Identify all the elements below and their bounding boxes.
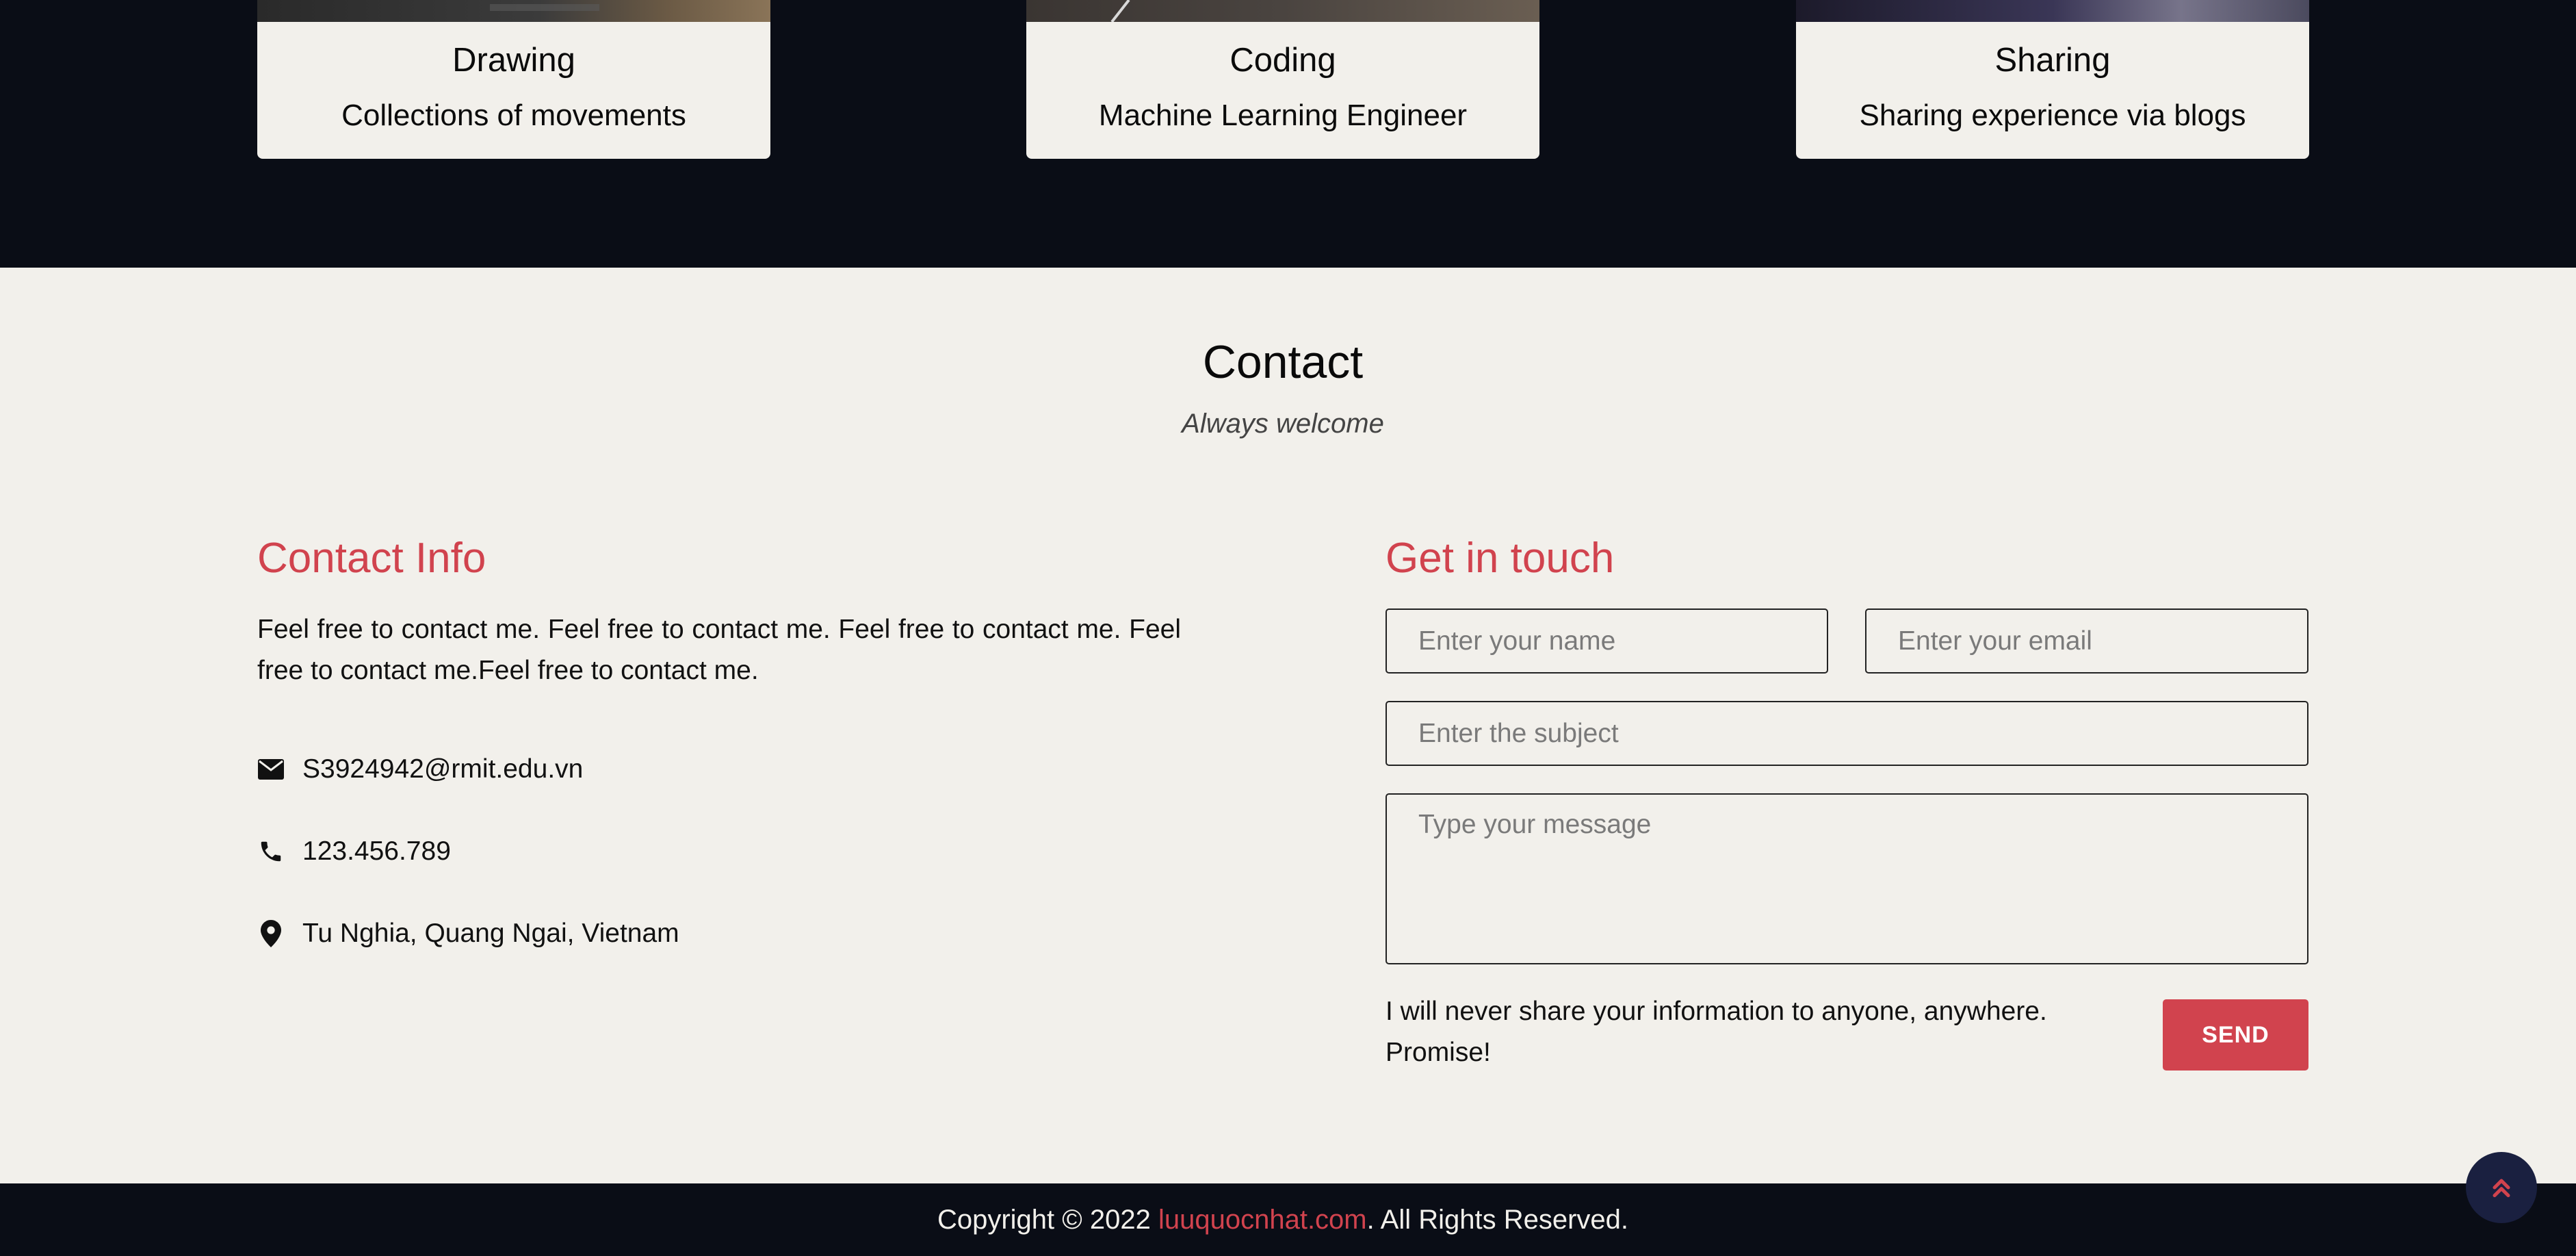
card-title: Drawing (452, 42, 575, 79)
contact-subtitle: Always welcome (1182, 409, 1384, 439)
card-coding: Coding Machine Learning Engineer (1026, 0, 1539, 159)
address-text: Tu Nghia, Quang Ngai, Vietnam (302, 919, 679, 948)
card-sharing: Sharing Sharing experience via blogs (1796, 0, 2309, 159)
contact-info-heading: Contact Info (257, 535, 486, 582)
card-title: Coding (1230, 42, 1336, 79)
card-title: Sharing (1994, 42, 2111, 79)
phone-text: 123.456.789 (302, 836, 451, 866)
email-info-row: S3924942@rmit.edu.vn (257, 749, 583, 790)
phone-info-row: 123.456.789 (257, 831, 451, 872)
skills-section: Drawing Collections of movements Coding … (0, 0, 2576, 268)
contact-info-description: Feel free to contact me. Feel free to co… (257, 615, 1181, 685)
site-link[interactable]: luuquocnhat.com (1158, 1205, 1367, 1235)
card-subtitle: Collections of movements (341, 99, 686, 132)
copyright-suffix: . All Rights Reserved. (1366, 1205, 1629, 1235)
name-input[interactable] (1385, 608, 1828, 674)
contact-title: Contact (1202, 336, 1364, 388)
card-drawing: Drawing Collections of movements (257, 0, 770, 159)
email-text: S3924942@rmit.edu.vn (302, 754, 584, 784)
address-info-row: Tu Nghia, Quang Ngai, Vietnam (257, 913, 679, 954)
envelope-icon (257, 756, 285, 783)
card-image-coding (1026, 0, 1539, 22)
get-in-touch-heading: Get in touch (1385, 535, 1615, 582)
message-textarea[interactable] (1385, 793, 2308, 964)
card-subtitle: Machine Learning Engineer (1098, 99, 1468, 132)
back-to-top-button[interactable] (2466, 1152, 2537, 1223)
send-button[interactable]: SEND (2163, 999, 2308, 1071)
phone-icon (257, 838, 285, 865)
footer: Copyright © 2022 luuquocnhat.com. All Ri… (0, 1183, 2576, 1256)
map-marker-icon (257, 920, 285, 947)
subject-input[interactable] (1385, 701, 2308, 766)
card-image-drawing (257, 0, 770, 22)
double-chevron-up-icon (2493, 1179, 2510, 1198)
card-subtitle: Sharing experience via blogs (1859, 99, 2246, 132)
privacy-note: I will never share your information to a… (1385, 997, 2047, 1067)
card-image-sharing (1796, 0, 2309, 22)
copyright-prefix: Copyright © 2022 (937, 1205, 1158, 1235)
email-input[interactable] (1865, 608, 2308, 674)
copyright-text: Copyright © 2022 luuquocnhat.com. All Ri… (0, 1205, 2566, 1235)
